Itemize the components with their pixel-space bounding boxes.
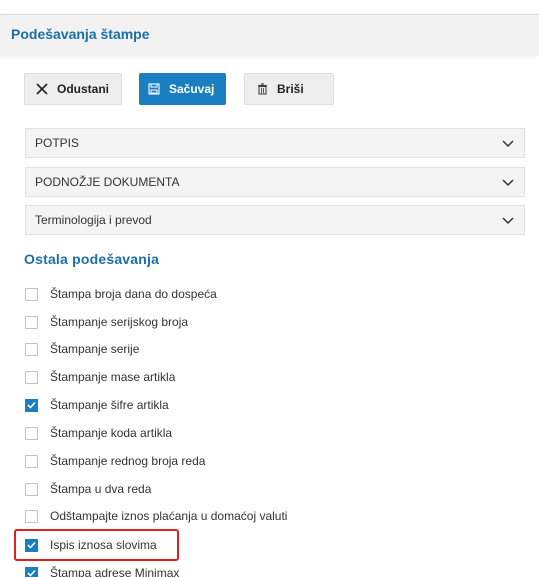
accordion-label: Terminologija i prevod (35, 213, 152, 227)
setting-serial-number[interactable]: Štampanje serijskog broja (25, 313, 188, 331)
checkbox[interactable] (25, 426, 38, 440)
setting-label: Štampanje serije (50, 342, 140, 356)
highlight-frame (14, 529, 179, 561)
setting-label: Štampanje mase artikla (50, 370, 176, 384)
chevron-down-icon (502, 140, 514, 148)
checkbox[interactable] (25, 509, 38, 523)
setting-two-rows[interactable]: Štampa u dva reda (25, 480, 151, 498)
accordion-signature[interactable]: POTPIS (25, 128, 525, 158)
delete-button[interactable]: Briši (244, 73, 334, 105)
setting-label: Štampa adrese Minimax (50, 566, 180, 577)
setting-label: Štampanje šifre artikla (50, 398, 169, 412)
checkbox[interactable] (25, 342, 38, 356)
accordion-label: PODNOŽJE DOKUMENTA (35, 175, 180, 189)
setting-label: Štampanje serijskog broja (50, 315, 189, 329)
setting-item-mass[interactable]: Štampanje mase artikla (25, 368, 175, 386)
checkbox[interactable] (25, 315, 38, 329)
page-title: Podešavanja štampe (11, 26, 150, 42)
save-button-label: Sačuvaj (169, 82, 215, 96)
checkbox[interactable] (25, 370, 38, 384)
accordion-terminology[interactable]: Terminologija i prevod (25, 205, 525, 235)
check-icon (27, 569, 36, 577)
delete-button-label: Briši (277, 82, 304, 96)
cancel-button-label: Odustani (57, 82, 110, 96)
print-settings-page: Podešavanja štampe Odustani Sačuvaj Briš… (0, 0, 539, 577)
close-icon (35, 82, 49, 96)
save-icon (147, 82, 161, 96)
setting-row-number[interactable]: Štampanje rednog broja reda (25, 452, 205, 470)
page-header: Podešavanja štampe (0, 15, 539, 55)
setting-label: Štampa broja dana do dospeća (50, 287, 217, 301)
setting-label: Štampanje rednog broja reda (50, 454, 206, 468)
accordion-label: POTPIS (35, 136, 80, 150)
setting-label: Odštampajte iznos plaćanja u domaćoj val… (50, 509, 288, 523)
checkbox[interactable] (25, 398, 38, 412)
checkbox[interactable] (25, 566, 38, 577)
setting-label: Štampanje koda artikla (50, 426, 173, 440)
setting-label: Štampa u dva reda (50, 482, 152, 496)
cancel-button[interactable]: Odustani (24, 73, 122, 105)
setting-item-barcode[interactable]: Štampanje koda artikla (25, 424, 172, 442)
save-button[interactable]: Sačuvaj (139, 73, 226, 105)
chevron-down-icon (502, 179, 514, 187)
chevron-down-icon (502, 217, 514, 225)
checkbox[interactable] (25, 287, 38, 301)
setting-item-code[interactable]: Štampanje šifre artikla (25, 396, 169, 414)
setting-due-days[interactable]: Štampa broja dana do dospeća (25, 285, 217, 303)
checkbox[interactable] (25, 482, 38, 496)
check-icon (27, 401, 36, 409)
accordion-document-footer[interactable]: PODNOŽJE DOKUMENTA (25, 167, 525, 197)
checkbox[interactable] (25, 454, 38, 468)
setting-batch[interactable]: Štampanje serije (25, 340, 139, 358)
other-settings-title: Ostala podešavanja (24, 251, 160, 267)
setting-minimax-address[interactable]: Štampa adrese Minimax (25, 564, 179, 577)
trash-icon (255, 82, 269, 96)
setting-domestic-currency[interactable]: Odštampajte iznos plaćanja u domaćoj val… (25, 507, 287, 525)
